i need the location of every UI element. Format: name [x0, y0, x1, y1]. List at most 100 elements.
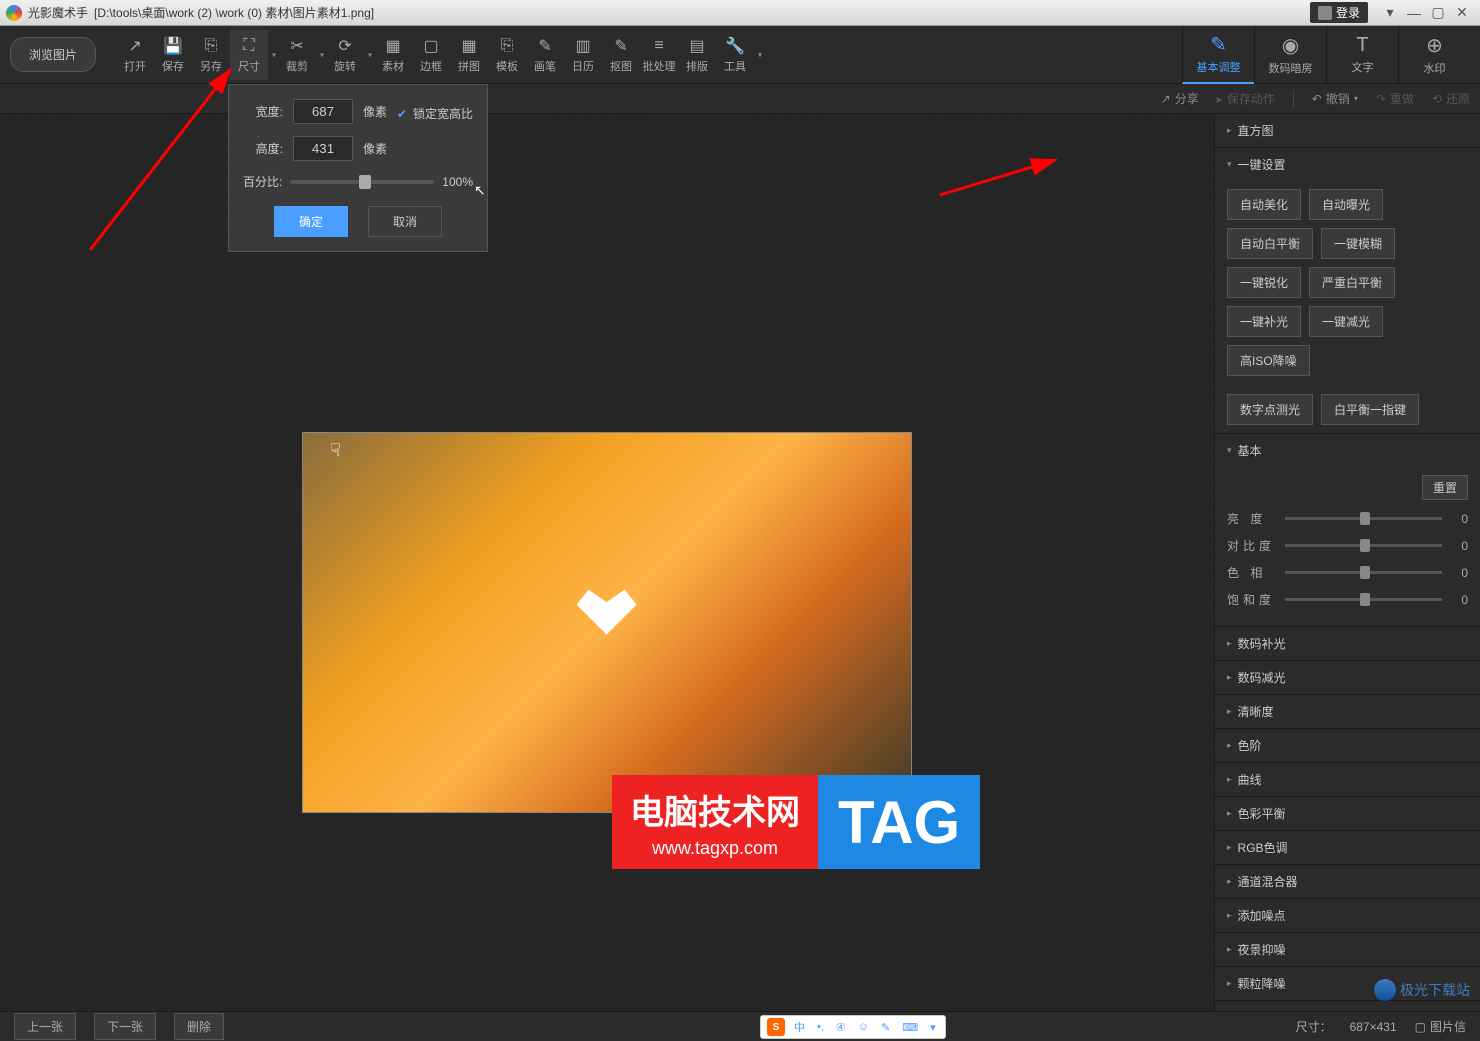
tool-保存[interactable]: 💾保存 — [154, 30, 192, 80]
section-色阶[interactable]: ▸色阶 — [1215, 729, 1480, 762]
ime-bar[interactable]: S 中 •, ④ ☺ ✎ ⌨ ▾ — [760, 1015, 946, 1039]
tab-水印[interactable]: ⊕水印 — [1398, 26, 1470, 84]
canvas-area[interactable] — [0, 114, 1214, 1011]
tool-icon: ≡ — [649, 36, 669, 56]
tool-icon: ⎘ — [201, 36, 221, 56]
tag-watermark: 电脑技术网 www.tagxp.com TAG — [612, 775, 980, 869]
tool-icon: ▢ — [421, 36, 441, 56]
tab-文字[interactable]: T文字 — [1326, 26, 1398, 84]
tool-尺寸[interactable]: ⛶尺寸▾ — [230, 30, 268, 80]
ime-item[interactable]: ④ — [833, 1020, 849, 1035]
quick-btn-一键锐化[interactable]: 一键锐化 — [1227, 267, 1301, 298]
quick-btn-严重白平衡[interactable]: 严重白平衡 — [1309, 267, 1395, 298]
quick-btn-一键模糊[interactable]: 一键模糊 — [1321, 228, 1395, 259]
section-添加噪点[interactable]: ▸添加噪点 — [1215, 899, 1480, 932]
app-logo-icon — [6, 5, 22, 21]
slider-亮度[interactable]: 亮 度0 — [1227, 510, 1468, 527]
avatar-icon — [1318, 6, 1332, 20]
slider-色相[interactable]: 色 相0 — [1227, 564, 1468, 581]
login-button[interactable]: 登录 — [1310, 2, 1368, 23]
redo-button[interactable]: ↷重做 — [1376, 90, 1414, 107]
slider-饱和度[interactable]: 饱和度0 — [1227, 591, 1468, 608]
tool-工具[interactable]: 🔧工具▾ — [716, 30, 754, 80]
tool-icon: ↗ — [125, 36, 145, 56]
width-input[interactable] — [293, 99, 353, 124]
minimize-button[interactable]: — — [1402, 4, 1426, 22]
quick-btn-数字点测光[interactable]: 数字点测光 — [1227, 394, 1313, 425]
tool-icon: ▤ — [687, 36, 707, 56]
tool-裁剪[interactable]: ✂裁剪▾ — [278, 30, 316, 80]
ime-item[interactable]: •, — [814, 1020, 827, 1034]
jiguang-logo-icon — [1374, 979, 1396, 1001]
info-toggle[interactable]: ▢图片信 — [1415, 1018, 1466, 1035]
quick-btn-自动白平衡[interactable]: 自动白平衡 — [1227, 228, 1313, 259]
ime-item[interactable]: ⌨ — [899, 1020, 921, 1035]
ime-item[interactable]: ▾ — [927, 1020, 939, 1035]
tool-打开[interactable]: ↗打开 — [116, 30, 154, 80]
tab-数码暗房[interactable]: ◉数码暗房 — [1254, 26, 1326, 84]
tab-icon: ✎ — [1210, 32, 1227, 57]
tool-icon: ✂ — [287, 36, 307, 56]
tab-基本调整[interactable]: ✎基本调整 — [1182, 26, 1254, 84]
tab-icon: T — [1356, 34, 1368, 57]
tool-边框[interactable]: ▢边框 — [412, 30, 450, 80]
ok-button[interactable]: 确定 — [274, 206, 348, 237]
width-unit: 像素 — [363, 103, 387, 120]
quick-btn-一键减光[interactable]: 一键减光 — [1309, 306, 1383, 337]
quick-btn-高ISO降噪[interactable]: 高ISO降噪 — [1227, 345, 1310, 376]
section-数码补光[interactable]: ▸数码补光 — [1215, 627, 1480, 660]
cancel-button[interactable]: 取消 — [368, 206, 442, 237]
next-button[interactable]: 下一张 — [94, 1013, 156, 1040]
percent-value: 100% — [442, 175, 473, 189]
window-settings-icon[interactable]: ▾ — [1378, 4, 1402, 22]
share-button[interactable]: ↗分享 — [1161, 90, 1199, 107]
prev-button[interactable]: 上一张 — [14, 1013, 76, 1040]
tool-另存[interactable]: ⎘另存 — [192, 30, 230, 80]
quick-btn-自动美化[interactable]: 自动美化 — [1227, 189, 1301, 220]
section-数码减光[interactable]: ▸数码减光 — [1215, 661, 1480, 694]
height-input[interactable] — [293, 136, 353, 161]
restore-button[interactable]: ⟲还原 — [1432, 90, 1470, 107]
tool-拼图[interactable]: ▦拼图 — [450, 30, 488, 80]
file-path: [D:\tools\桌面\work (2) \work (0) 素材\图片素材1… — [94, 4, 374, 21]
delete-button[interactable]: 删除 — [174, 1013, 224, 1040]
tool-抠图[interactable]: ✎抠图 — [602, 30, 640, 80]
quick-btn-白平衡一指键[interactable]: 白平衡一指键 — [1321, 394, 1419, 425]
section-红润和美白[interactable]: ▸红润和美白 — [1215, 1001, 1480, 1011]
slider-对比度[interactable]: 对比度0 — [1227, 537, 1468, 554]
section-通道混合器[interactable]: ▸通道混合器 — [1215, 865, 1480, 898]
basic-header[interactable]: ▾基本 — [1215, 434, 1480, 467]
quick-btn-自动曝光[interactable]: 自动曝光 — [1309, 189, 1383, 220]
section-夜景抑噪[interactable]: ▸夜景抑噪 — [1215, 933, 1480, 966]
lock-ratio-checkbox[interactable]: ✔锁定宽高比 — [397, 105, 473, 122]
tool-icon: ▥ — [573, 36, 593, 56]
histogram-header[interactable]: ▸直方图 — [1215, 114, 1480, 147]
dropdown-icon: ▾ — [320, 50, 324, 59]
close-button[interactable]: ✕ — [1450, 4, 1474, 22]
oneclick-header[interactable]: ▾一键设置 — [1215, 148, 1480, 181]
section-曲线[interactable]: ▸曲线 — [1215, 763, 1480, 796]
maximize-button[interactable]: ▢ — [1426, 4, 1450, 22]
browse-button[interactable]: 浏览图片 — [10, 37, 96, 72]
reset-button[interactable]: 重置 — [1422, 475, 1468, 500]
section-清晰度[interactable]: ▸清晰度 — [1215, 695, 1480, 728]
ime-item[interactable]: ✎ — [878, 1020, 893, 1035]
section-RGB色调[interactable]: ▸RGB色调 — [1215, 831, 1480, 864]
quick-btn-一键补光[interactable]: 一键补光 — [1227, 306, 1301, 337]
tool-排版[interactable]: ▤排版 — [678, 30, 716, 80]
section-色彩平衡[interactable]: ▸色彩平衡 — [1215, 797, 1480, 830]
undo-button[interactable]: ↶撤销▾ — [1312, 90, 1358, 107]
tool-icon: 🔧 — [725, 36, 745, 56]
tool-模板[interactable]: ⎘模板 — [488, 30, 526, 80]
tool-旋转[interactable]: ⟳旋转▾ — [326, 30, 364, 80]
tool-批处理[interactable]: ≡批处理 — [640, 30, 678, 80]
percent-slider[interactable] — [290, 180, 434, 184]
tool-画笔[interactable]: ✎画笔 — [526, 30, 564, 80]
ime-item[interactable]: ☺ — [855, 1020, 872, 1034]
ime-lang[interactable]: 中 — [791, 1018, 808, 1036]
save-action-button[interactable]: ▸保存动作 — [1217, 90, 1275, 107]
tool-日历[interactable]: ▥日历 — [564, 30, 602, 80]
canvas-image[interactable] — [302, 432, 912, 813]
size-dialog: 宽度: 像素 高度: 像素 ✔锁定宽高比 百分比: 100% 确定 取消 — [228, 84, 488, 252]
tool-素材[interactable]: ▦素材 — [374, 30, 412, 80]
